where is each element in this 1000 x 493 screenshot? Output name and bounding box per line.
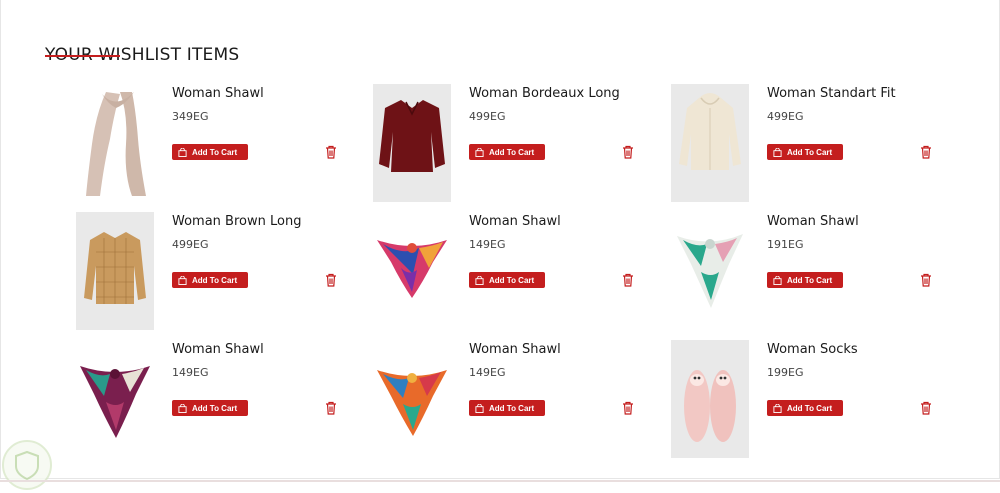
wishlist-item: Woman Shawl 191EG Add To Cart [671, 212, 961, 332]
product-price: 149EG [172, 366, 209, 379]
trash-icon[interactable] [622, 273, 634, 287]
product-name[interactable]: Woman Bordeaux Long [469, 86, 620, 101]
wishlist-item: Woman Shawl 349EG Add To Cart [76, 84, 366, 204]
add-to-cart-label: Add To Cart [192, 403, 238, 413]
product-name[interactable]: Woman Shawl [172, 342, 264, 357]
add-to-cart-label: Add To Cart [787, 275, 833, 285]
footer-divider [0, 480, 1000, 482]
trash-icon[interactable] [325, 145, 337, 159]
product-image[interactable] [373, 340, 451, 458]
product-image[interactable] [373, 84, 451, 202]
product-image[interactable] [76, 340, 154, 458]
trash-icon[interactable] [920, 401, 932, 415]
add-to-cart-label: Add To Cart [489, 403, 535, 413]
add-to-cart-button[interactable]: Add To Cart [172, 272, 248, 288]
product-image[interactable] [671, 340, 749, 458]
trash-icon[interactable] [325, 273, 337, 287]
trash-icon[interactable] [622, 145, 634, 159]
shopping-bag-icon [178, 275, 187, 285]
product-image[interactable] [373, 212, 451, 330]
product-price: 149EG [469, 366, 506, 379]
add-to-cart-button[interactable]: Add To Cart [767, 144, 843, 160]
product-price: 499EG [767, 110, 804, 123]
product-image[interactable] [671, 84, 749, 202]
shopping-bag-icon [475, 275, 484, 285]
trash-icon[interactable] [622, 401, 634, 415]
shield-badge-icon [2, 440, 52, 490]
product-name[interactable]: Woman Standart Fit [767, 86, 896, 101]
add-to-cart-button[interactable]: Add To Cart [767, 272, 843, 288]
add-to-cart-button[interactable]: Add To Cart [767, 400, 843, 416]
wishlist-item: Woman Brown Long 499EG Add To Cart [76, 212, 366, 332]
product-name[interactable]: Woman Shawl [469, 214, 561, 229]
product-image[interactable] [671, 212, 749, 330]
add-to-cart-button[interactable]: Add To Cart [469, 144, 545, 160]
add-to-cart-label: Add To Cart [489, 147, 535, 157]
trash-icon[interactable] [920, 273, 932, 287]
add-to-cart-button[interactable]: Add To Cart [469, 400, 545, 416]
trash-icon[interactable] [920, 145, 932, 159]
product-name[interactable]: Woman Shawl [469, 342, 561, 357]
trash-icon[interactable] [325, 401, 337, 415]
add-to-cart-label: Add To Cart [192, 275, 238, 285]
add-to-cart-label: Add To Cart [192, 147, 238, 157]
add-to-cart-label: Add To Cart [489, 275, 535, 285]
shopping-bag-icon [773, 147, 782, 157]
add-to-cart-button[interactable]: Add To Cart [469, 272, 545, 288]
shopping-bag-icon [178, 147, 187, 157]
product-price: 349EG [172, 110, 209, 123]
wishlist-item: Woman Socks 199EG Add To Cart [671, 340, 961, 460]
product-image[interactable] [76, 212, 154, 330]
wishlist-item: Woman Shawl 149EG Add To Cart [373, 340, 663, 460]
add-to-cart-button[interactable]: Add To Cart [172, 400, 248, 416]
product-price: 191EG [767, 238, 804, 251]
product-image[interactable] [76, 84, 154, 202]
wishlist-item: Woman Bordeaux Long 499EG Add To Cart [373, 84, 663, 204]
add-to-cart-label: Add To Cart [787, 147, 833, 157]
wishlist-item: Woman Shawl 149EG Add To Cart [373, 212, 663, 332]
shopping-bag-icon [475, 147, 484, 157]
shopping-bag-icon [773, 403, 782, 413]
wishlist-item: Woman Standart Fit 499EG Add To Cart [671, 84, 961, 204]
product-price: 199EG [767, 366, 804, 379]
add-to-cart-label: Add To Cart [787, 403, 833, 413]
shopping-bag-icon [475, 403, 484, 413]
product-name[interactable]: Woman Shawl [172, 86, 264, 101]
product-price: 499EG [469, 110, 506, 123]
wishlist-item: Woman Shawl 149EG Add To Cart [76, 340, 366, 460]
product-price: 149EG [469, 238, 506, 251]
add-to-cart-button[interactable]: Add To Cart [172, 144, 248, 160]
product-name[interactable]: Woman Brown Long [172, 214, 301, 229]
wishlist-grid: Woman Shawl 349EG Add To Cart Woman Bord… [0, 0, 1000, 480]
shopping-bag-icon [773, 275, 782, 285]
product-name[interactable]: Woman Socks [767, 342, 858, 357]
shopping-bag-icon [178, 403, 187, 413]
product-name[interactable]: Woman Shawl [767, 214, 859, 229]
product-price: 499EG [172, 238, 209, 251]
